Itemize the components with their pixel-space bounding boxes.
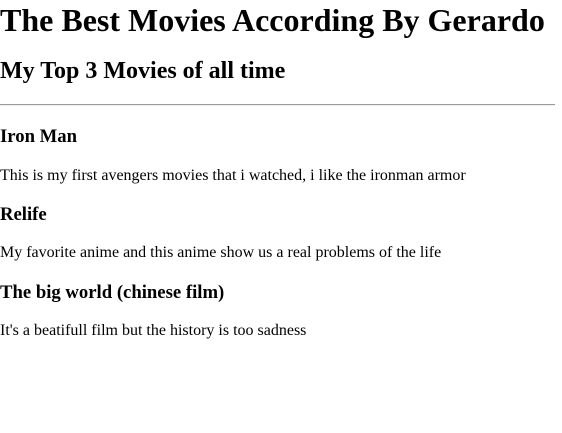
movie-title-big-world: The big world (chinese film) [0, 282, 225, 303]
page-subtitle: My Top 3 Movies of all time [0, 58, 286, 84]
movie-description-relife: My favorite anime and this anime show us… [0, 244, 442, 261]
movie-description-iron-man: This is my first avengers movies that i … [0, 167, 466, 184]
movie-description-big-world: It's a beatifull film but the history is… [0, 322, 307, 339]
page-title: The Best Movies According By Gerardo [0, 2, 545, 38]
movie-title-relife: Relife [0, 204, 47, 225]
page: The Best Movies According By Gerardo My … [0, 0, 562, 433]
movie-title-iron-man: Iron Man [0, 126, 78, 147]
divider [0, 104, 555, 106]
